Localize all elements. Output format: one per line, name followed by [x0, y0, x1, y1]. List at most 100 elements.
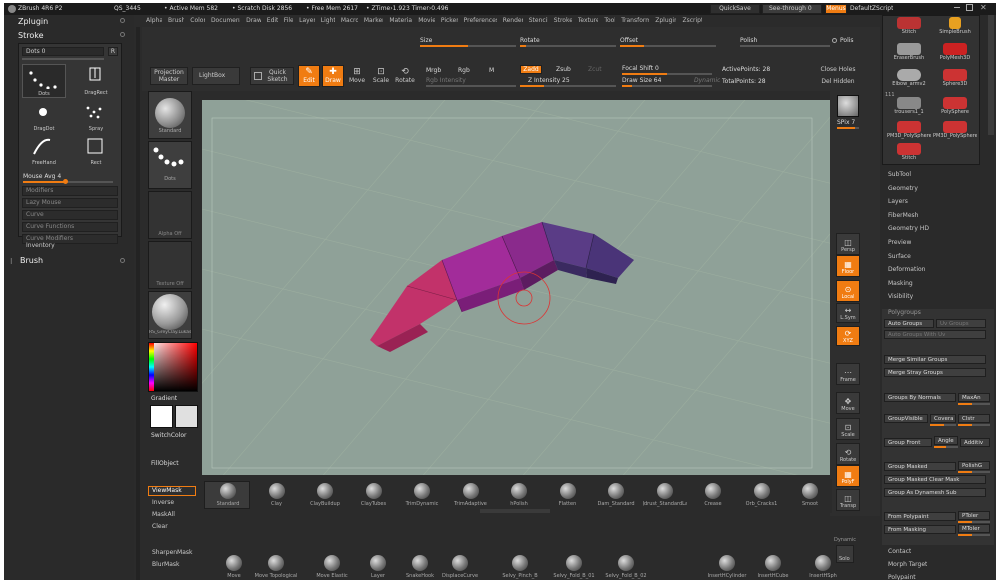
- zadd-button[interactable]: Zadd: [520, 65, 542, 74]
- section-masking[interactable]: Masking: [888, 280, 913, 287]
- rgb-button[interactable]: Rgb: [458, 67, 470, 74]
- standard-brush-thumb[interactable]: Standard: [148, 91, 192, 139]
- frame-button[interactable]: ⋯ Frame: [836, 363, 860, 385]
- rotate-label[interactable]: Rotate: [520, 37, 540, 44]
- offset-slider[interactable]: [620, 45, 716, 47]
- group-masked-button[interactable]: Group Masked: [884, 462, 956, 471]
- tool-thumb-polysphere[interactable]: PolySphere: [933, 96, 977, 118]
- quick-sketch-button[interactable]: Quick Sketch: [250, 67, 294, 85]
- tool-thumb-stitch[interactable]: Stitch: [887, 142, 931, 164]
- group-visible-button[interactable]: GroupVisible: [884, 414, 928, 423]
- mrgb-button[interactable]: Mrgb: [426, 67, 441, 74]
- section-fibermesh[interactable]: FiberMesh: [888, 212, 918, 219]
- m-button[interactable]: M: [489, 67, 494, 74]
- sharpenmask-button[interactable]: SharpenMask: [148, 548, 196, 558]
- shelf-selvy-fold-b-02[interactable]: Selvy_Fold_B_02: [600, 555, 652, 579]
- size-label[interactable]: Size: [420, 37, 432, 44]
- mouse-avg-label[interactable]: Mouse Avg 4: [23, 173, 61, 180]
- scale-button[interactable]: ⊡ Scale: [370, 65, 392, 87]
- ptolerance-slider[interactable]: PToler: [958, 511, 990, 520]
- stroke-freehand-button[interactable]: FreeHand: [22, 134, 66, 168]
- menu-layer[interactable]: Layer: [299, 17, 315, 24]
- menu-draw[interactable]: Draw: [246, 17, 261, 24]
- mask-viewmask-button[interactable]: ViewMask: [148, 486, 196, 496]
- offset-label[interactable]: Offset: [620, 37, 638, 44]
- section-preview[interactable]: Preview: [888, 239, 911, 246]
- stroke-spray-button[interactable]: Spray: [74, 100, 118, 134]
- menu-zscript[interactable]: Zscript: [682, 17, 702, 24]
- menus-button[interactable]: Menus: [825, 4, 847, 14]
- shelf-move-topological[interactable]: Move Topological: [250, 555, 302, 579]
- clustersize-slider[interactable]: Clstr: [958, 414, 990, 423]
- focal-shift-label[interactable]: Focal Shift 0: [622, 65, 659, 72]
- rgb-intensity-label[interactable]: Rgb Intensity: [426, 77, 466, 84]
- stroke-section-modifiers[interactable]: Modifiers: [22, 186, 118, 196]
- polygroups-title[interactable]: Polygroups: [888, 309, 921, 316]
- section-polypaint[interactable]: Polypaint: [888, 574, 916, 580]
- zsub-button[interactable]: Zsub: [556, 66, 571, 73]
- scale-button[interactable]: ⊡ Scale: [836, 418, 860, 440]
- dynamic-label[interactable]: Dynamic: [694, 77, 720, 84]
- brush-smoot[interactable]: Smoot: [788, 483, 832, 507]
- group-masked-clear-mask-button[interactable]: Group Masked Clear Mask: [884, 475, 986, 484]
- tool-thumb-trousers1-1[interactable]: trousers1_1: [887, 96, 931, 118]
- quicksave-button[interactable]: QuickSave: [710, 4, 760, 14]
- menu-tool[interactable]: Tool: [604, 17, 615, 24]
- menu-marker[interactable]: Marker: [364, 17, 383, 24]
- additive-button[interactable]: Additiv: [960, 438, 990, 447]
- menu-movie[interactable]: Movie: [418, 17, 435, 24]
- tool-thumb-simplebrush[interactable]: SimpleBrush: [933, 16, 977, 38]
- move-button[interactable]: ✥ Move: [836, 392, 860, 414]
- menu-render[interactable]: Render: [503, 17, 523, 24]
- angle-slider[interactable]: Angle: [934, 436, 958, 445]
- dots-stroke-thumb[interactable]: Dots: [148, 141, 192, 189]
- section-visibility[interactable]: Visibility: [888, 293, 913, 300]
- material-thumb[interactable]: RS_GreyClay.Lukash: [148, 291, 192, 339]
- section-deformation[interactable]: Deformation: [888, 266, 925, 273]
- polish-right-label[interactable]: Polis: [840, 37, 854, 44]
- stroke-section-curve-functions[interactable]: Curve Functions: [22, 222, 118, 232]
- focal-shift-slider[interactable]: [622, 73, 712, 75]
- mask-maskall-button[interactable]: MaskAll: [148, 510, 196, 520]
- brush-claytubes[interactable]: ClayTubes: [352, 483, 396, 507]
- polish-slider[interactable]: [740, 45, 830, 47]
- brush-dam-standard[interactable]: Dam_Standard: [594, 483, 638, 507]
- edit-button[interactable]: ✎ Edit: [298, 65, 320, 87]
- brush-trimdynamic[interactable]: TrimDynamic: [400, 483, 444, 507]
- persp-button[interactable]: ◫ Persp: [836, 233, 860, 255]
- brush-standard[interactable]: Standard: [206, 483, 250, 507]
- stroke-menu[interactable]: Stroke: [18, 31, 44, 40]
- dots-slider[interactable]: Dots 0: [22, 47, 104, 56]
- menu-stroke[interactable]: Stroke: [554, 17, 572, 24]
- alpha-thumb[interactable]: Alpha Off: [148, 191, 192, 239]
- size-slider[interactable]: [420, 45, 516, 47]
- shelf-selvy-pinch-b[interactable]: Selvy_Pinch_B: [494, 555, 546, 579]
- menu-light[interactable]: Light: [321, 17, 335, 24]
- stroke-section-curve[interactable]: Curve: [22, 210, 118, 220]
- polish-groups-slider[interactable]: PolishG: [958, 461, 990, 470]
- spix-label[interactable]: SPix 7: [837, 119, 855, 126]
- fill-object-button[interactable]: FillObject: [151, 460, 179, 467]
- menu-file[interactable]: File: [284, 17, 293, 24]
- group-front-button[interactable]: Group Front: [884, 438, 932, 447]
- shelf-displacecurve[interactable]: DisplaceCurve: [434, 555, 486, 579]
- see-through-slider[interactable]: See-through 0: [762, 4, 822, 14]
- tool-thumb-polymesh3d[interactable]: PolyMesh3D: [933, 42, 977, 64]
- draw-size-label[interactable]: Draw Size 64: [622, 77, 661, 84]
- color-picker[interactable]: [148, 342, 198, 392]
- shelf-collapse-handle[interactable]: [480, 509, 550, 513]
- close-holes-button[interactable]: Close Holes: [816, 65, 860, 75]
- section-morph-target[interactable]: Morph Target: [888, 561, 927, 568]
- zplugin-pin-icon[interactable]: [120, 18, 125, 23]
- xyz-button[interactable]: ⟳ XYZ: [836, 326, 860, 346]
- merge-stray-groups-button[interactable]: Merge Stray Groups: [884, 368, 986, 377]
- section-contact[interactable]: Contact: [888, 548, 911, 555]
- stroke-dragdot-button[interactable]: DragDot: [22, 100, 66, 134]
- coverage-slider[interactable]: Covera: [930, 414, 956, 423]
- menu-brush[interactable]: Brush: [168, 17, 184, 24]
- inventory-label[interactable]: Inventory: [26, 242, 55, 249]
- floor-button[interactable]: ▦ Floor: [836, 255, 860, 277]
- del-hidden-button[interactable]: Del Hidden: [816, 77, 860, 87]
- menu-document[interactable]: Document: [211, 17, 240, 24]
- draw-button[interactable]: ✚ Draw: [322, 65, 344, 87]
